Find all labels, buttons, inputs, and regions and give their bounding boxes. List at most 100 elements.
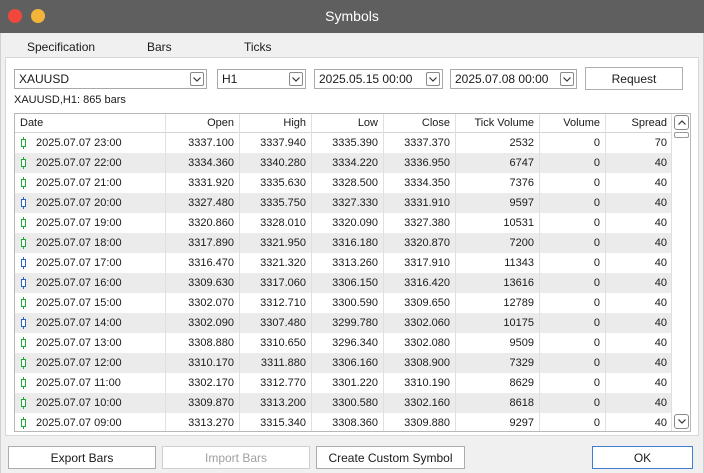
column-header-volume[interactable]: Volume [539, 114, 605, 133]
table-row[interactable]: 2025.07.07 23:00 3337.100 3337.940 3335.390… [15, 133, 672, 153]
cell-volume: 0 [539, 413, 605, 431]
cell-close: 3309.880 [383, 413, 455, 431]
chevron-down-icon[interactable] [190, 72, 204, 86]
cell-tick-volume: 6747 [455, 153, 539, 173]
date-from-picker[interactable]: 2025.05.15 00:00 [314, 69, 443, 89]
request-button[interactable]: Request [585, 67, 683, 90]
cell-tick-volume: 9597 [455, 193, 539, 213]
column-header-open[interactable]: Open [165, 114, 239, 133]
cell-high: 3312.710 [239, 293, 311, 313]
table-row[interactable]: 2025.07.07 12:00 3310.170 3311.880 3306.160… [15, 353, 672, 373]
table-row[interactable]: 2025.07.07 10:00 3309.870 3313.200 3300.580… [15, 393, 672, 413]
bull-candle-icon [21, 377, 26, 389]
bull-candle-icon [21, 397, 26, 409]
table-row[interactable]: 2025.07.07 15:00 3302.070 3312.710 3300.590… [15, 293, 672, 313]
table-row[interactable]: 2025.07.07 09:00 3313.270 3315.340 3308.360… [15, 413, 672, 431]
cell-high: 3307.480 [239, 313, 311, 333]
cell-high: 3313.200 [239, 393, 311, 413]
chevron-down-icon[interactable] [426, 72, 440, 86]
timeframe-select[interactable]: H1 [217, 69, 306, 89]
cell-spread: 40 [605, 333, 672, 353]
chevron-down-icon[interactable] [289, 72, 303, 86]
bull-candle-icon [21, 157, 26, 169]
cell-spread: 40 [605, 293, 672, 313]
table-row[interactable]: 2025.07.07 11:00 3302.170 3312.770 3301.220… [15, 373, 672, 393]
column-header-high[interactable]: High [239, 114, 311, 133]
cell-high: 3328.010 [239, 213, 311, 233]
cell-high: 3337.940 [239, 133, 311, 153]
column-header-date[interactable]: Date [15, 114, 165, 133]
cell-open: 3320.860 [165, 213, 239, 233]
table-row[interactable]: 2025.07.07 19:00 3320.860 3328.010 3320.090… [15, 213, 672, 233]
date-to-picker[interactable]: 2025.07.08 00:00 [450, 69, 577, 89]
symbol-select[interactable]: XAUUSD [14, 69, 207, 89]
timeframe-select-value: H1 [222, 72, 238, 86]
bear-candle-icon [21, 197, 26, 209]
vertical-scrollbar[interactable] [671, 114, 690, 431]
bull-candle-icon [21, 217, 26, 229]
tab-ticks[interactable]: Ticks [244, 40, 272, 54]
chevron-up-icon [677, 120, 686, 125]
cell-tick-volume: 2532 [455, 133, 539, 153]
cell-tick-volume: 8629 [455, 373, 539, 393]
cell-close: 3302.080 [383, 333, 455, 353]
cell-low: 3301.220 [311, 373, 383, 393]
cell-volume: 0 [539, 173, 605, 193]
cell-close: 3331.910 [383, 193, 455, 213]
cell-close: 3334.350 [383, 173, 455, 193]
table-row[interactable]: 2025.07.07 21:00 3331.920 3335.630 3328.500… [15, 173, 672, 193]
tab-bars[interactable]: Bars [147, 40, 172, 59]
cell-open: 3334.360 [165, 153, 239, 173]
cell-date: 2025.07.07 23:00 [36, 137, 122, 149]
create-custom-symbol-button[interactable]: Create Custom Symbol [316, 446, 465, 469]
cell-close: 3316.420 [383, 273, 455, 293]
column-header-spread[interactable]: Spread [605, 114, 672, 133]
import-bars-button[interactable]: Import Bars [162, 446, 310, 469]
cell-low: 3320.090 [311, 213, 383, 233]
cell-spread: 40 [605, 413, 672, 431]
export-bars-button[interactable]: Export Bars [8, 446, 156, 469]
cell-tick-volume: 9297 [455, 413, 539, 431]
cell-low: 3306.160 [311, 353, 383, 373]
ok-button[interactable]: OK [592, 446, 693, 469]
table-row[interactable]: 2025.07.07 18:00 3317.890 3321.950 3316.180… [15, 233, 672, 253]
cell-high: 3335.630 [239, 173, 311, 193]
cell-close: 3302.060 [383, 313, 455, 333]
cell-volume: 0 [539, 213, 605, 233]
cell-volume: 0 [539, 273, 605, 293]
scrollbar-thumb[interactable] [674, 132, 689, 138]
cell-volume: 0 [539, 253, 605, 273]
bull-candle-icon [21, 237, 26, 249]
table-row[interactable]: 2025.07.07 16:00 3309.630 3317.060 3306.150… [15, 273, 672, 293]
chevron-down-icon[interactable] [560, 72, 574, 86]
cell-spread: 40 [605, 153, 672, 173]
column-header-close[interactable]: Close [383, 114, 455, 133]
cell-volume: 0 [539, 293, 605, 313]
tab-specification[interactable]: Specification [27, 40, 95, 54]
table-row[interactable]: 2025.07.07 14:00 3302.090 3307.480 3299.780… [15, 313, 672, 333]
cell-spread: 40 [605, 353, 672, 373]
table-row[interactable]: 2025.07.07 13:00 3308.880 3310.650 3296.340… [15, 333, 672, 353]
table-row[interactable]: 2025.07.07 17:00 3316.470 3321.320 3313.260… [15, 253, 672, 273]
title-bar: Symbols [0, 0, 704, 33]
column-header-tick-volume[interactable]: Tick Volume [455, 114, 539, 133]
scroll-up-button[interactable] [674, 115, 689, 130]
cell-high: 3315.340 [239, 413, 311, 431]
column-header-low[interactable]: Low [311, 114, 383, 133]
bars-table[interactable]: Date Open High Low Close Tick Volume Vol… [14, 113, 691, 432]
cell-volume: 0 [539, 333, 605, 353]
cell-open: 3317.890 [165, 233, 239, 253]
cell-tick-volume: 13616 [455, 273, 539, 293]
cell-date: 2025.07.07 18:00 [36, 237, 122, 249]
cell-volume: 0 [539, 193, 605, 213]
table-row[interactable]: 2025.07.07 20:00 3327.480 3335.750 3327.330… [15, 193, 672, 213]
cell-close: 3317.910 [383, 253, 455, 273]
date-to-value: 2025.07.08 00:00 [455, 72, 549, 86]
cell-high: 3335.750 [239, 193, 311, 213]
table-row[interactable]: 2025.07.07 22:00 3334.360 3340.280 3334.220… [15, 153, 672, 173]
cell-low: 3306.150 [311, 273, 383, 293]
cell-date: 2025.07.07 21:00 [36, 177, 122, 189]
cell-date: 2025.07.07 16:00 [36, 277, 122, 289]
cell-close: 3337.370 [383, 133, 455, 153]
scroll-down-button[interactable] [674, 414, 689, 429]
